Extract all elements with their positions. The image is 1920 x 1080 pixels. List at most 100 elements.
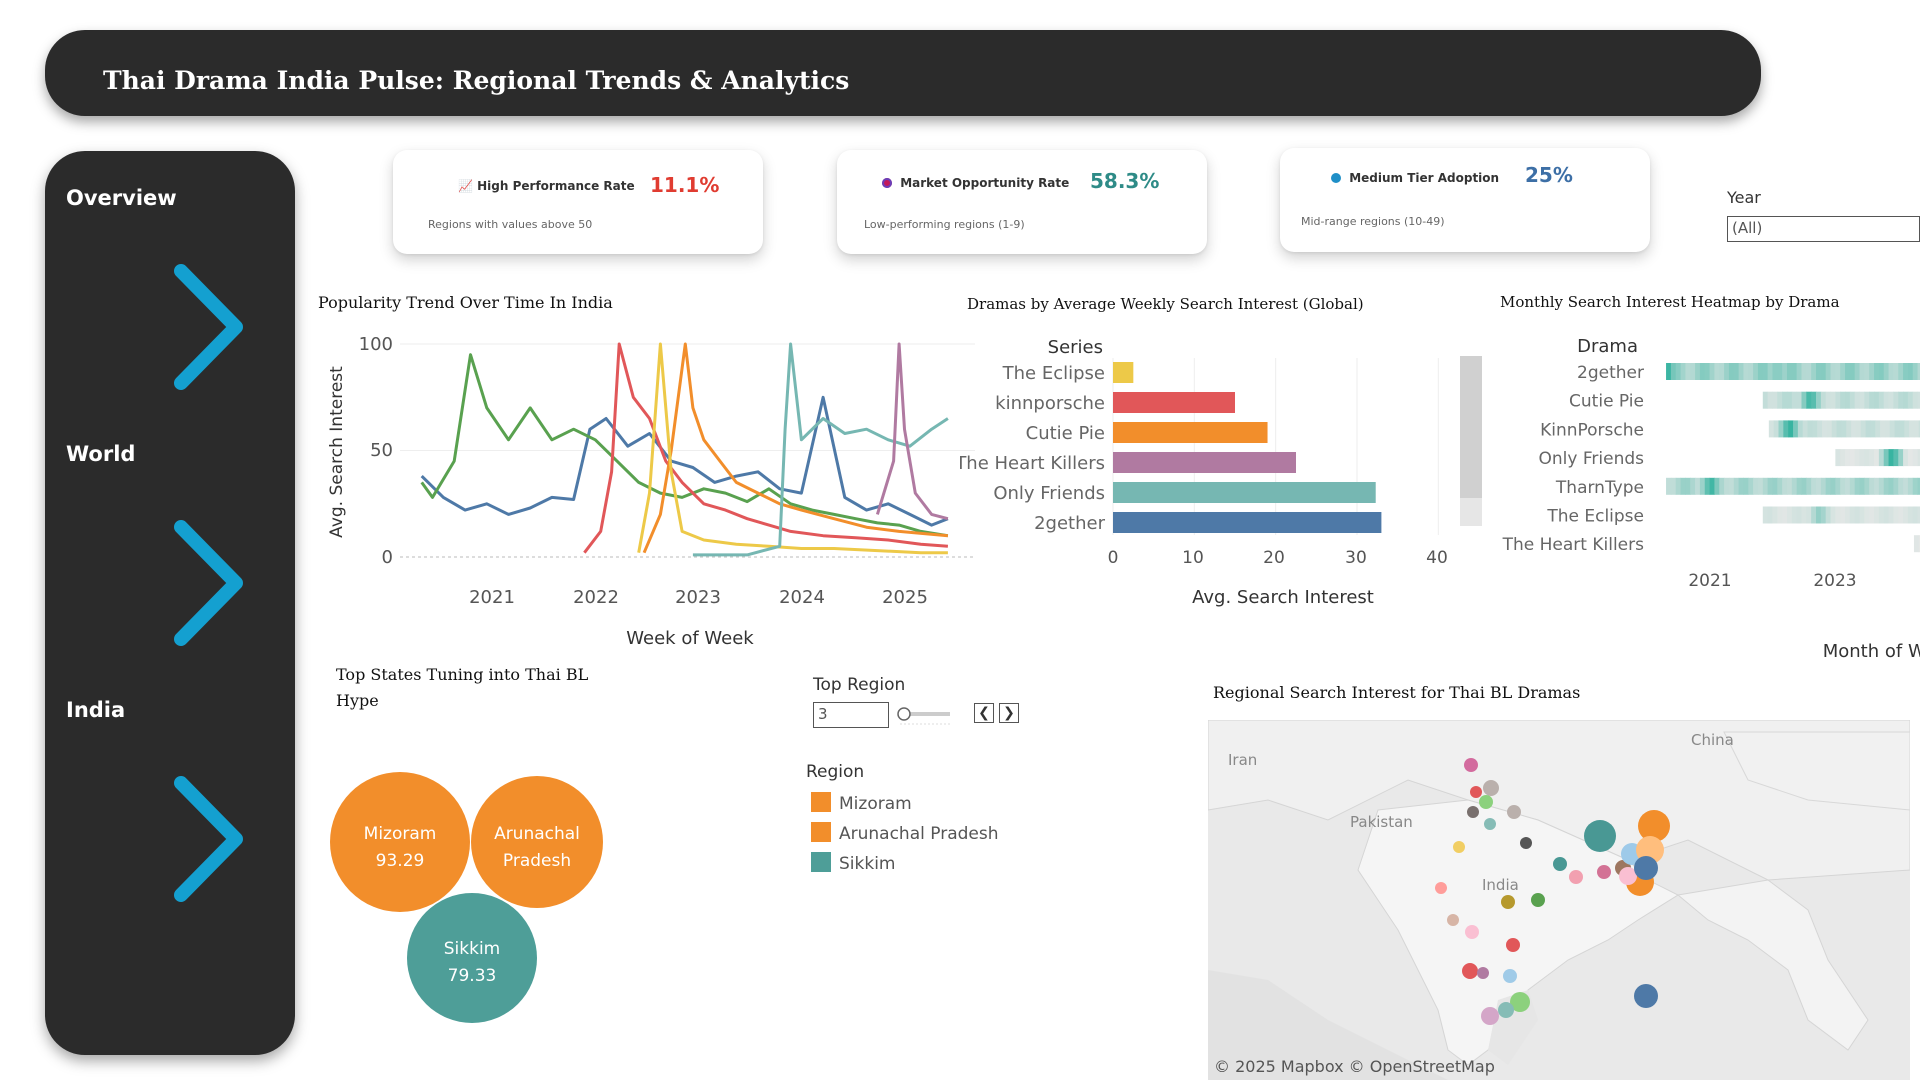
heatmap-cell[interactable] bbox=[1753, 363, 1759, 380]
heatmap-cell[interactable] bbox=[1869, 391, 1875, 409]
heatmap-cell[interactable] bbox=[1878, 449, 1885, 467]
heatmap-cell[interactable] bbox=[1909, 420, 1915, 438]
map-point[interactable] bbox=[1501, 895, 1515, 909]
heatmap-cell[interactable] bbox=[1889, 420, 1896, 438]
heatmap-cell[interactable] bbox=[1840, 363, 1846, 380]
heatmap-cell[interactable] bbox=[1864, 506, 1870, 524]
heatmap-cell[interactable] bbox=[1904, 420, 1910, 438]
map-point[interactable] bbox=[1462, 963, 1478, 979]
heatmap-cell[interactable] bbox=[1680, 363, 1686, 380]
heatmap-cell[interactable] bbox=[1822, 420, 1828, 438]
bar[interactable] bbox=[1113, 392, 1235, 413]
heatmap-cell[interactable] bbox=[1762, 506, 1769, 524]
heatmap-cell[interactable] bbox=[1845, 506, 1851, 524]
heatmap-cell[interactable] bbox=[1830, 363, 1836, 380]
heatmap-cell[interactable] bbox=[1796, 391, 1802, 409]
heatmap-cell[interactable] bbox=[1690, 477, 1696, 495]
heatmap-cell[interactable] bbox=[1733, 477, 1740, 495]
heatmap-cell[interactable] bbox=[1767, 506, 1773, 524]
heatmap-cell[interactable] bbox=[1807, 420, 1813, 438]
heatmap-cell[interactable] bbox=[1840, 449, 1846, 467]
heatmap-cell[interactable] bbox=[1825, 363, 1832, 380]
scrollbar-thumb[interactable] bbox=[1460, 356, 1482, 498]
heatmap-cell[interactable] bbox=[1874, 391, 1880, 409]
heatmap-cell[interactable] bbox=[1912, 477, 1919, 495]
heatmap-cell[interactable] bbox=[1849, 477, 1856, 495]
arrow-right-icon[interactable] bbox=[81, 257, 251, 397]
heatmap-cell[interactable] bbox=[1899, 420, 1905, 438]
heatmap-cell[interactable] bbox=[1854, 449, 1861, 467]
heatmap-cell[interactable] bbox=[1772, 363, 1778, 380]
heatmap-cell[interactable] bbox=[1840, 477, 1846, 495]
slider-handle[interactable] bbox=[897, 707, 911, 721]
map-point[interactable] bbox=[1470, 786, 1482, 798]
heatmap-cell[interactable] bbox=[1816, 506, 1822, 524]
bar[interactable] bbox=[1113, 482, 1376, 503]
heatmap-cell[interactable] bbox=[1849, 449, 1856, 467]
heatmap-cell[interactable] bbox=[1874, 363, 1880, 380]
bar[interactable] bbox=[1113, 452, 1296, 473]
heatmap-cell[interactable] bbox=[1695, 363, 1701, 380]
heatmap-cell[interactable] bbox=[1825, 477, 1832, 495]
bar[interactable] bbox=[1113, 422, 1268, 443]
map-point[interactable] bbox=[1597, 865, 1611, 879]
heatmap-cell[interactable] bbox=[1772, 477, 1778, 495]
heatmap-cell[interactable] bbox=[1806, 477, 1812, 495]
heatmap-cell[interactable] bbox=[1767, 477, 1773, 495]
heatmap-cell[interactable] bbox=[1743, 363, 1749, 380]
heatmap-cell[interactable] bbox=[1894, 420, 1900, 438]
heatmap-cell[interactable] bbox=[1816, 477, 1822, 495]
heatmap-cell[interactable] bbox=[1791, 477, 1798, 495]
heatmap-cell[interactable] bbox=[1831, 420, 1838, 438]
heatmap-cell[interactable] bbox=[1870, 420, 1876, 438]
heatmap-cell[interactable] bbox=[1791, 506, 1798, 524]
heatmap-cell[interactable] bbox=[1883, 477, 1890, 495]
map-point[interactable] bbox=[1634, 856, 1658, 880]
heatmap-cell[interactable] bbox=[1773, 420, 1780, 438]
map-point[interactable] bbox=[1483, 780, 1499, 796]
heatmap-cell[interactable] bbox=[1840, 391, 1846, 409]
heatmap-cell[interactable] bbox=[1728, 477, 1735, 495]
map-point[interactable] bbox=[1467, 806, 1479, 818]
heatmap-cell[interactable] bbox=[1840, 506, 1846, 524]
heatmap-cell[interactable] bbox=[1869, 506, 1875, 524]
map-point[interactable] bbox=[1503, 969, 1517, 983]
heatmap-cell[interactable] bbox=[1883, 449, 1890, 467]
heatmap-cell[interactable] bbox=[1898, 391, 1904, 409]
map-point[interactable] bbox=[1634, 984, 1658, 1008]
heatmap-cell[interactable] bbox=[1864, 391, 1870, 409]
map-point[interactable] bbox=[1447, 914, 1459, 926]
heatmap-cell[interactable] bbox=[1801, 506, 1807, 524]
heatmap-cell[interactable] bbox=[1907, 477, 1914, 495]
heatmap-cell[interactable] bbox=[1782, 506, 1788, 524]
heatmap-cell[interactable] bbox=[1878, 506, 1885, 524]
heatmap-cell[interactable] bbox=[1907, 363, 1914, 380]
sidebar-item-world[interactable]: World bbox=[66, 442, 135, 466]
heatmap-cell[interactable] bbox=[1880, 420, 1886, 438]
heatmap-cell[interactable] bbox=[1816, 391, 1822, 409]
heatmap-cell[interactable] bbox=[1724, 363, 1730, 380]
heatmap-cell[interactable] bbox=[1772, 506, 1778, 524]
heatmap-cell[interactable] bbox=[1695, 477, 1701, 495]
map-point[interactable] bbox=[1498, 1002, 1514, 1018]
arrow-right-icon[interactable] bbox=[81, 769, 251, 909]
heatmap-cell[interactable] bbox=[1913, 535, 1920, 553]
heatmap-cell[interactable] bbox=[1912, 449, 1919, 467]
heatmap-cell[interactable] bbox=[1820, 363, 1827, 380]
heatmap-cell[interactable] bbox=[1796, 477, 1802, 495]
heatmap-cell[interactable] bbox=[1874, 506, 1880, 524]
region-map[interactable]: Iran China Pakistan India © 2025 Mapbox … bbox=[1208, 720, 1910, 1080]
heatmap-cell[interactable] bbox=[1854, 363, 1861, 380]
legend-item[interactable]: Mizoram bbox=[811, 792, 912, 814]
heatmap-cell[interactable] bbox=[1830, 506, 1836, 524]
heatmap-cell[interactable] bbox=[1778, 420, 1784, 438]
heatmap-cell[interactable] bbox=[1743, 477, 1749, 495]
heatmap-cell[interactable] bbox=[1782, 477, 1788, 495]
heatmap-cell[interactable] bbox=[1912, 391, 1919, 409]
heatmap-cell[interactable] bbox=[1835, 449, 1841, 467]
heatmap-cell[interactable] bbox=[1806, 363, 1812, 380]
heatmap-cell[interactable] bbox=[1888, 449, 1894, 467]
heatmap-cell[interactable] bbox=[1893, 477, 1899, 495]
heatmap-cell[interactable] bbox=[1898, 449, 1904, 467]
heatmap-cell[interactable] bbox=[1883, 363, 1890, 380]
